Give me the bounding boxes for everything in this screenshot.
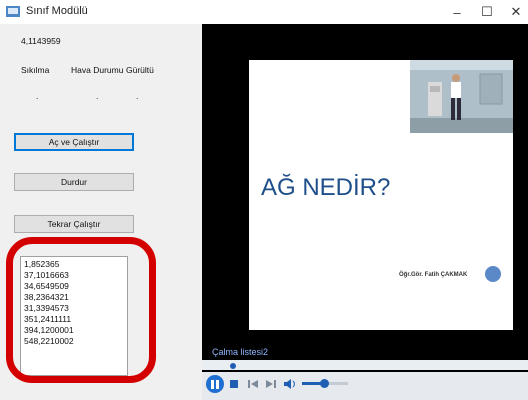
- close-button[interactable]: ✕: [499, 0, 528, 24]
- noise-value: .: [136, 91, 139, 101]
- stop-icon[interactable]: [230, 380, 238, 388]
- seek-thumb[interactable]: [230, 363, 236, 369]
- stop-button[interactable]: Durdur: [14, 173, 134, 191]
- volume-icon[interactable]: [284, 379, 296, 389]
- header-noise: Gürültü: [126, 65, 154, 75]
- title-bar: Sınıf Modülü – ☐ ✕: [0, 0, 528, 24]
- volume-thumb[interactable]: [320, 379, 329, 388]
- header-weather: Hava Durumu: [71, 65, 124, 75]
- app-icon: [6, 6, 20, 17]
- open-run-button[interactable]: Aç ve Çalıştır: [14, 133, 134, 151]
- weather-value: .: [96, 91, 99, 101]
- player-controls: [202, 24, 528, 400]
- seek-bar[interactable]: [202, 360, 528, 370]
- next-icon[interactable]: [266, 380, 276, 388]
- rerun-button[interactable]: Tekrar Çalıştır: [14, 215, 134, 233]
- value-label: 4,1143959: [21, 36, 61, 46]
- window-title: Sınıf Modülü: [26, 5, 88, 17]
- previous-icon[interactable]: [248, 380, 258, 388]
- header-boredom: Sıkılma: [21, 65, 50, 75]
- annotation-highlight-ring: [6, 237, 156, 383]
- pause-button[interactable]: [206, 375, 224, 393]
- minimize-button[interactable]: –: [440, 0, 474, 24]
- application-window: Sınıf Modülü – ☐ ✕ 4,1143959 Sıkılma Hav…: [0, 0, 528, 400]
- pause-icon: [211, 379, 219, 389]
- boredom-value: .: [36, 91, 39, 101]
